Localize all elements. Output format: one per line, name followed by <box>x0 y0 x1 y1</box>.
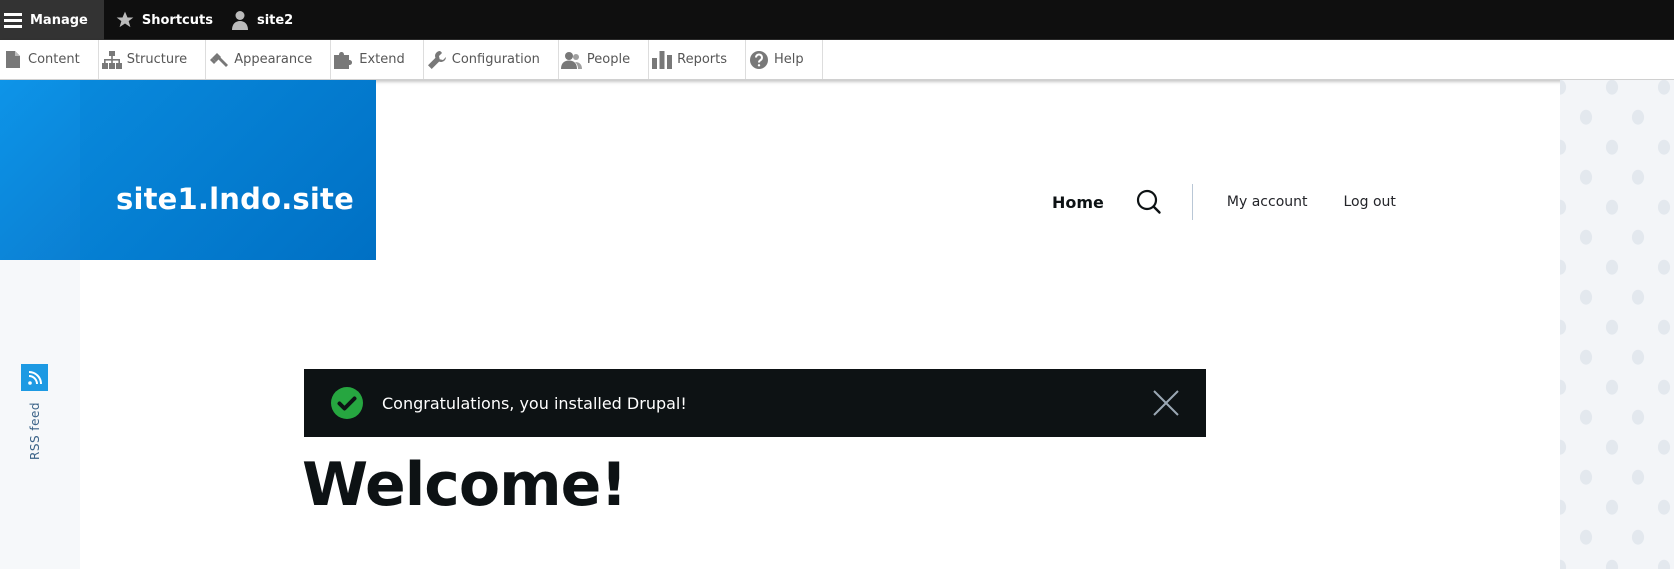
rss-feed: RSS feed <box>21 364 48 474</box>
menu-item-label: Content <box>28 52 80 67</box>
menu-item-people[interactable]: People <box>559 40 650 79</box>
nav-home-link[interactable]: Home <box>1052 193 1104 212</box>
menu-item-label: Reports <box>677 52 727 67</box>
menu-item-label: Help <box>774 52 804 67</box>
brand-strip <box>0 80 80 260</box>
menu-item-extend[interactable]: Extend <box>331 40 424 79</box>
bar-chart-icon <box>651 40 673 79</box>
rss-feed-link[interactable]: RSS feed <box>25 400 45 460</box>
shortcuts-button[interactable]: Shortcuts <box>104 0 223 40</box>
nav-divider <box>1191 184 1193 220</box>
menu-item-help[interactable]: Help <box>746 40 823 79</box>
menu-item-configuration[interactable]: Configuration <box>424 40 559 79</box>
status-message: Congratulations, you installed Drupal! <box>304 369 1206 437</box>
close-icon[interactable] <box>1152 389 1180 417</box>
user-icon <box>227 0 253 40</box>
paintbrush-icon <box>208 40 230 79</box>
status-message-text: Congratulations, you installed Drupal! <box>382 393 687 413</box>
page-title: Welcome! <box>302 450 628 520</box>
sitemap-icon <box>101 40 123 79</box>
user-button[interactable]: site2 <box>223 0 303 40</box>
menu-item-label: People <box>586 52 631 67</box>
log-out-link[interactable]: Log out <box>1344 194 1396 210</box>
menu-item-reports[interactable]: Reports <box>649 40 746 79</box>
puzzle-icon <box>333 40 355 79</box>
main-navigation: Home My account Log out <box>1052 180 1396 224</box>
help-icon <box>748 40 770 79</box>
site-branding: site1.lndo.site <box>0 80 376 260</box>
people-icon <box>560 40 583 79</box>
hamburger-icon <box>0 0 26 40</box>
menu-item-content[interactable]: Content <box>0 40 99 79</box>
decorative-pattern-offset <box>1560 80 1674 569</box>
site-name-link[interactable]: site1.lndo.site <box>116 182 354 216</box>
manage-label: Manage <box>30 12 88 28</box>
menu-item-label: Extend <box>359 52 405 67</box>
menu-item-label: Configuration <box>451 52 540 67</box>
user-label: site2 <box>256 12 294 28</box>
search-icon[interactable] <box>1136 189 1162 215</box>
menu-item-label: Appearance <box>234 52 313 67</box>
menu-item-appearance[interactable]: Appearance <box>206 40 332 79</box>
wrench-icon <box>426 40 448 79</box>
menu-item-structure[interactable]: Structure <box>99 40 207 79</box>
manage-button[interactable]: Manage <box>0 0 104 40</box>
shortcuts-label: Shortcuts <box>141 12 213 28</box>
my-account-link[interactable]: My account <box>1227 194 1308 210</box>
page-wrapper: site1.lndo.site Home My account Log out … <box>0 80 1674 569</box>
admin-menu-tray: Content Structure Appearance Extend Conf… <box>0 40 1674 80</box>
page-icon <box>2 40 24 79</box>
rss-icon[interactable] <box>21 364 48 391</box>
admin-toolbar: Manage Shortcuts site2 <box>0 0 1674 40</box>
menu-item-label: Structure <box>126 52 188 67</box>
star-icon <box>112 0 138 40</box>
check-circle-icon <box>330 386 364 420</box>
